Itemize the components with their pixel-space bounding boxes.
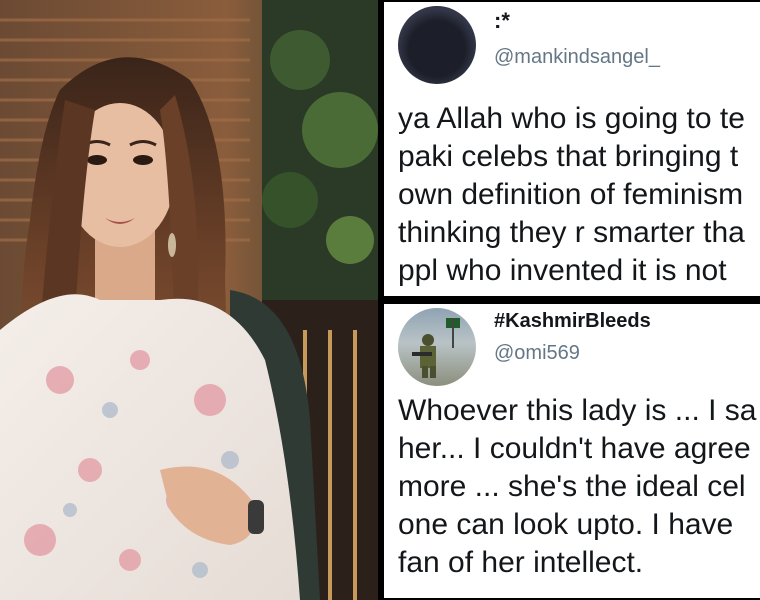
tweet-text-line: fan of her intellect. (398, 546, 644, 579)
user-handle[interactable]: @omi569 (494, 342, 580, 365)
interview-photo (0, 0, 378, 600)
user-avatar[interactable] (398, 308, 476, 386)
tweet-text-line: ppl who invented it is not (398, 254, 727, 287)
tweet-text-line: more ... she's the ideal cel (398, 470, 746, 503)
tweet-text-line: thinking they r smarter tha (398, 216, 745, 249)
tweet-card[interactable]: :* @mankindsangel_ ya Allah who is going… (384, 2, 760, 296)
user-handle[interactable]: @mankindsangel_ (494, 46, 660, 69)
tweet-text-line: paki celebs that bringing t (398, 140, 739, 173)
woman-photo-illustration (0, 0, 378, 600)
tweet-text-line: Whoever this lady is ... I sa (398, 394, 757, 427)
tweet-text-line: own definition of feminism (398, 178, 744, 211)
display-name[interactable]: :* (494, 8, 510, 34)
tweet-text: ya Allah who is going to te paki celebs … (398, 100, 745, 290)
soldier-avatar-icon (412, 318, 460, 378)
tweet-text-line: one can look upto. I have (398, 508, 734, 541)
display-name[interactable]: #KashmirBleeds (494, 310, 651, 333)
user-avatar[interactable] (398, 6, 476, 84)
tweet-card[interactable]: #KashmirBleeds @omi569 Whoever this lady… (384, 304, 760, 598)
tweet-text-line: ya Allah who is going to te (398, 102, 745, 135)
tweet-text: Whoever this lady is ... I sa her... I c… (398, 392, 756, 582)
tweet-text-line: her... I couldn't have agree (398, 432, 751, 465)
